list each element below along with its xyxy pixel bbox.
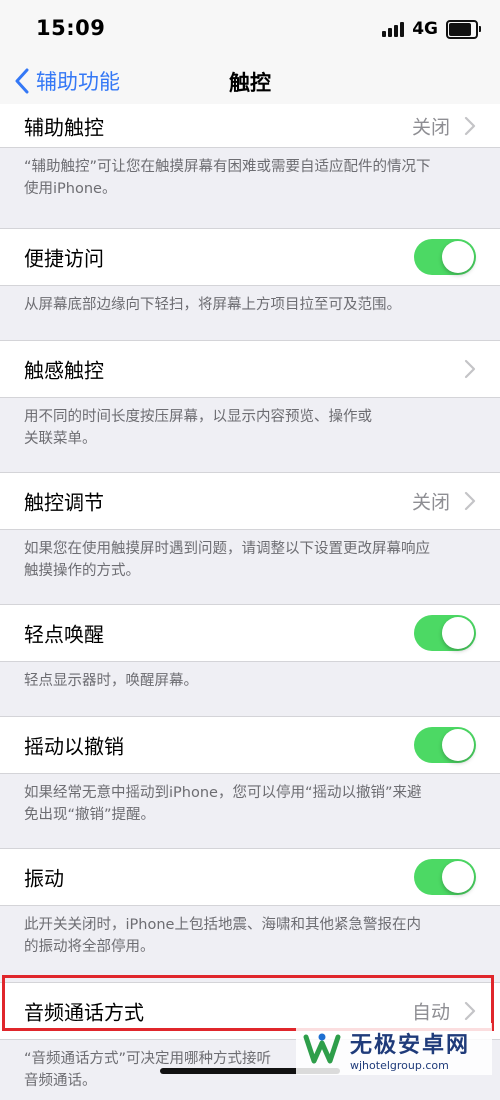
chevron-right-icon (464, 1001, 476, 1021)
row-tap-to-wake[interactable]: 轻点唤醒 (0, 604, 500, 662)
row-label: 摇动以撤销 (24, 734, 124, 759)
toggle-knob (442, 861, 474, 893)
footer-vibration: 此开关关闭时，iPhone上包括地震、海啸和其他紧急警报在内 的振动将全部停用。 (24, 917, 421, 955)
status-bar: 15:09 4G (0, 0, 500, 58)
page-title: 触控 (229, 71, 271, 95)
toggle-knob (442, 729, 474, 761)
row-reachability[interactable]: 便捷访问 (0, 228, 500, 286)
toggle-knob (442, 241, 474, 273)
tap-to-wake-toggle[interactable] (414, 615, 476, 651)
row-value: 自动 (411, 1001, 450, 1024)
chevron-right-icon (464, 359, 476, 379)
row-touch-accommodations[interactable]: 触控调节 关闭 (0, 472, 500, 530)
footer-reachability: 从屏幕底部边缘向下轻扫，将屏幕上方项目拉至可及范围。 (24, 297, 401, 313)
row-shake-to-undo[interactable]: 摇动以撤销 (0, 716, 500, 774)
watermark-name: 无极安卓网 (350, 1032, 471, 1058)
row-value: 关闭 (411, 116, 450, 138)
chevron-right-icon (464, 116, 476, 135)
row-value: 关闭 (411, 491, 450, 514)
footer-haptic-touch: 用不同的时间长度按压屏幕，以显示内容预览、操作或 关联菜单。 (24, 409, 372, 447)
row-label: 触感触控 (24, 358, 104, 383)
toggle-knob (442, 617, 474, 649)
footer-tap-to-wake: 轻点显示器时，唤醒屏幕。 (24, 673, 198, 689)
row-label: 辅助触控 (24, 115, 104, 139)
watermark-logo-icon (303, 1033, 341, 1064)
network-label: 4G (412, 19, 438, 39)
footer-assistive-touch: “辅助触控”可让您在触摸屏幕有困难或需要自适应配件的情况下 使用iPhone。 (24, 159, 431, 197)
navigation-bar: 辅助功能 触控 (0, 58, 500, 104)
signal-icon (382, 21, 405, 37)
row-label: 触控调节 (24, 490, 104, 515)
settings-list: 辅助触控 关闭 “辅助触控”可让您在触摸屏幕有困难或需要自适应配件的情况下 使用… (0, 104, 500, 1100)
footer-touch-accommodations: 如果您在使用触摸屏时遇到问题，请调整以下设置更改屏幕响应 触摸操作的方式。 (24, 541, 430, 579)
watermark: 无极安卓网 wjhotelgroup.com (296, 1023, 492, 1075)
chevron-right-icon (464, 491, 476, 511)
row-label: 便捷访问 (24, 246, 104, 271)
row-label: 振动 (24, 866, 64, 891)
vibration-toggle[interactable] (414, 859, 476, 895)
watermark-url: wjhotelgroup.com (350, 1058, 449, 1072)
footer-shake-to-undo: 如果经常无意中摇动到iPhone，您可以停用“摇动以撤销”来避 免出现“撤销”提… (24, 785, 422, 823)
shake-to-undo-toggle[interactable] (414, 727, 476, 763)
row-label: 音频通话方式 (24, 1000, 144, 1025)
battery-icon (446, 19, 481, 39)
reachability-toggle[interactable] (414, 239, 476, 275)
status-time: 15:09 (36, 16, 106, 40)
status-indicators: 4G (382, 19, 481, 39)
row-assistive-touch[interactable]: 辅助触控 关闭 (0, 104, 500, 148)
row-vibration[interactable]: 振动 (0, 848, 500, 906)
row-haptic-touch[interactable]: 触感触控 (0, 340, 500, 398)
row-label: 轻点唤醒 (24, 622, 104, 647)
